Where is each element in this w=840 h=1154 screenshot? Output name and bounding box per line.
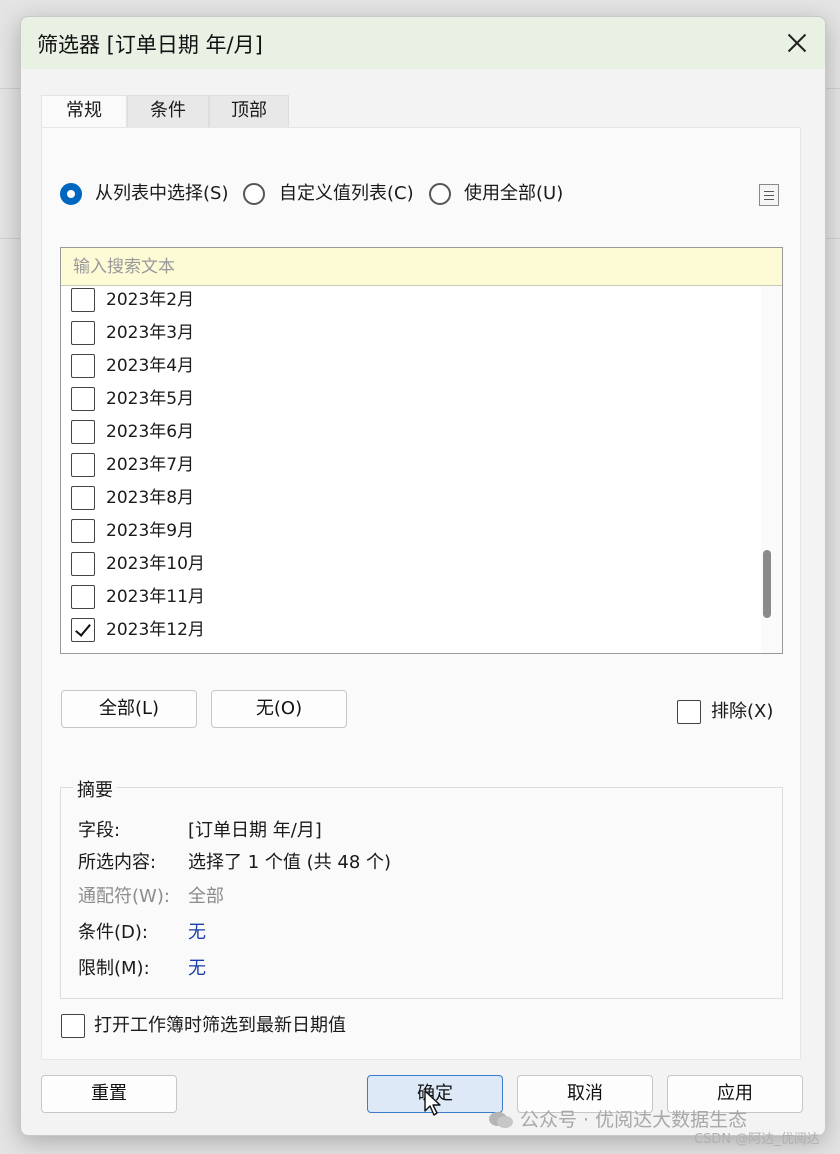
item-label: 2023年3月 bbox=[106, 323, 195, 343]
exclude-checkbox[interactable] bbox=[677, 700, 701, 724]
summary-value: 无 bbox=[188, 958, 206, 979]
item-checkbox[interactable] bbox=[71, 486, 95, 510]
mouse-cursor-icon bbox=[424, 1090, 441, 1116]
reset-button[interactable]: 重置 bbox=[41, 1075, 177, 1113]
summary-key: 字段: bbox=[78, 820, 121, 841]
summary-key: 所选内容: bbox=[78, 852, 157, 873]
summary-value: [订单日期 年/月] bbox=[188, 820, 322, 841]
radio-label: 自定义值列表(C) bbox=[279, 183, 414, 204]
value-listbox: 2023年2月 2023年3月 2023年4月 2023年5月 2023年6月 … bbox=[60, 247, 783, 654]
radio-label: 从列表中选择(S) bbox=[95, 183, 229, 204]
summary-key: 条件(D): bbox=[78, 922, 148, 943]
tab-general[interactable]: 常规 bbox=[41, 95, 127, 129]
radio-button[interactable] bbox=[243, 183, 265, 205]
summary-key: 通配符(W): bbox=[78, 886, 170, 907]
item-checkbox[interactable] bbox=[71, 618, 95, 642]
item-label: 2023年2月 bbox=[106, 290, 195, 310]
open-latest-label: 打开工作簿时筛选到最新日期值 bbox=[94, 1015, 346, 1036]
close-icon[interactable] bbox=[781, 27, 813, 59]
radio-button[interactable] bbox=[429, 183, 451, 205]
item-checkbox[interactable] bbox=[71, 453, 95, 477]
exclude-label: 排除(X) bbox=[711, 701, 774, 722]
radio-label: 使用全部(U) bbox=[464, 183, 564, 204]
summary-value: 全部 bbox=[188, 886, 224, 907]
search-input[interactable] bbox=[61, 248, 782, 286]
radio-button[interactable] bbox=[60, 183, 82, 205]
summary-group: 摘要 字段: [订单日期 年/月] 所选内容: 选择了 1 个值 (共 48 个… bbox=[60, 776, 783, 999]
item-label: 2023年5月 bbox=[106, 389, 195, 409]
scrollbar-thumb[interactable] bbox=[763, 550, 771, 618]
summary-value: 选择了 1 个值 (共 48 个) bbox=[188, 852, 392, 873]
item-checkbox[interactable] bbox=[71, 321, 95, 345]
item-label: 2023年8月 bbox=[106, 488, 195, 508]
select-none-button[interactable]: 无(O) bbox=[211, 690, 347, 728]
dialog-title: 筛选器 [订单日期 年/月] bbox=[37, 33, 263, 57]
item-checkbox[interactable] bbox=[71, 420, 95, 444]
csdn-watermark: CSDN @阿达_优阅达 bbox=[694, 1132, 820, 1147]
open-latest-checkbox[interactable] bbox=[61, 1014, 85, 1038]
item-checkbox[interactable] bbox=[71, 354, 95, 378]
summary-value: 无 bbox=[188, 922, 206, 943]
wechat-icon bbox=[489, 1112, 513, 1128]
item-label: 2023年4月 bbox=[106, 356, 195, 376]
title-bar: 筛选器 [订单日期 年/月] bbox=[21, 17, 825, 69]
select-all-button[interactable]: 全部(L) bbox=[61, 690, 197, 728]
item-checkbox[interactable] bbox=[71, 552, 95, 576]
tab-top[interactable]: 顶部 bbox=[209, 95, 289, 127]
item-checkbox[interactable] bbox=[71, 585, 95, 609]
item-checkbox[interactable] bbox=[71, 387, 95, 411]
item-checkbox[interactable] bbox=[71, 519, 95, 543]
item-label: 2023年6月 bbox=[106, 422, 195, 442]
tab-condition[interactable]: 条件 bbox=[127, 95, 209, 127]
summary-title: 摘要 bbox=[73, 776, 117, 802]
summary-key: 限制(M): bbox=[78, 958, 150, 979]
item-label: 2023年7月 bbox=[106, 455, 195, 475]
filter-dialog: 筛选器 [订单日期 年/月] 常规 条件 顶部 从列表中选择(S) 自定义值列表… bbox=[20, 16, 826, 1136]
item-checkbox[interactable] bbox=[71, 288, 95, 312]
item-label: 2023年9月 bbox=[106, 521, 195, 541]
item-label: 2023年10月 bbox=[106, 554, 205, 574]
item-label: 2023年12月 bbox=[106, 620, 205, 640]
list-menu-icon[interactable] bbox=[759, 184, 779, 206]
item-label: 2023年11月 bbox=[106, 587, 205, 607]
